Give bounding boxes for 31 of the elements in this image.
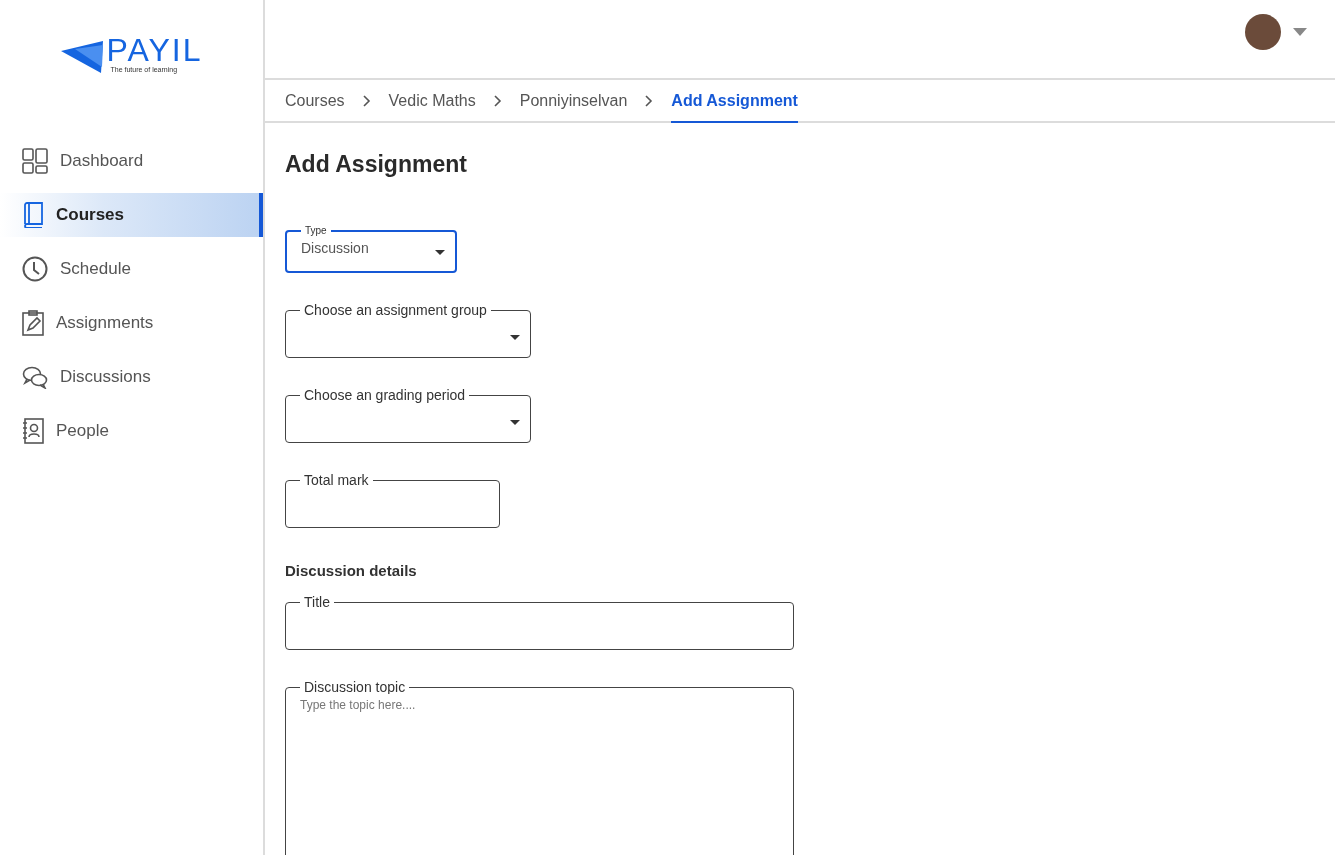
- breadcrumb-link[interactable]: Courses: [285, 80, 345, 123]
- chevron-right-icon: [362, 94, 371, 107]
- clipboard-pencil-icon: [22, 310, 44, 336]
- select-field[interactable]: Choose an grading period: [285, 388, 531, 443]
- caret-icon: [435, 250, 445, 255]
- section-title: Discussion details: [285, 562, 418, 579]
- sidebar-item[interactable]: Assignments: [0, 301, 263, 345]
- dashboard-icon: [22, 148, 48, 174]
- breadcrumb-link[interactable]: Ponniyinselvan: [519, 80, 628, 123]
- caret-icon: [510, 335, 520, 340]
- chevron-right-icon: [645, 94, 654, 107]
- sidebar-item[interactable]: Discussions: [0, 355, 263, 399]
- sidebar-item[interactable]: Dashboard: [0, 139, 263, 183]
- field-label: Discussion topic: [303, 680, 407, 694]
- sidebar-item[interactable]: Schedule: [0, 247, 263, 291]
- sidebar-item[interactable]: People: [0, 409, 263, 453]
- input-field[interactable]: Title: [285, 595, 794, 650]
- avatar[interactable]: [1245, 14, 1281, 50]
- chat-bubbles-icon: [22, 365, 48, 389]
- page-title: Add Assignment: [285, 151, 468, 178]
- input-field[interactable]: Total mark: [285, 473, 500, 528]
- caret-icon[interactable]: [1293, 28, 1307, 36]
- book-icon: [22, 202, 44, 228]
- caret-icon: [510, 420, 520, 425]
- breadcrumb-link[interactable]: Add Assignment: [671, 80, 798, 123]
- select-field[interactable]: Choose an assignment group: [285, 303, 531, 358]
- clock-icon: [22, 256, 48, 282]
- contact-book-icon: [22, 418, 44, 444]
- select-field[interactable]: Type Discussion: [285, 226, 457, 273]
- chevron-right-icon: [493, 94, 502, 107]
- breadcrumb-link[interactable]: Vedic Maths: [388, 80, 476, 123]
